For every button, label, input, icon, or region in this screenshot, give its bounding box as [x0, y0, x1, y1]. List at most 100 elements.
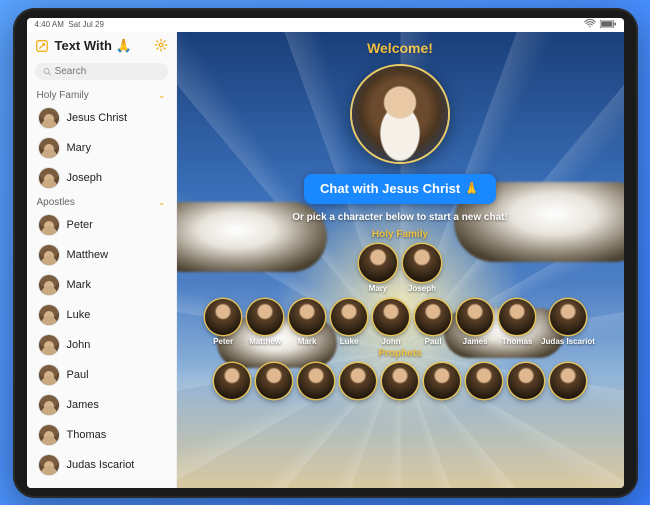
- sidebar-item-matthew[interactable]: Matthew: [27, 240, 176, 270]
- avatar: [214, 363, 250, 399]
- sidebar-item-james[interactable]: James: [27, 390, 176, 420]
- character-paul[interactable]: Paul: [415, 299, 451, 346]
- character-name: Mark: [298, 337, 317, 346]
- status-bar: 4:40 AM Sat Jul 29: [27, 18, 624, 32]
- character-prophet[interactable]: [466, 363, 502, 399]
- chevron-down-icon: ⌄: [158, 197, 166, 208]
- avatar: [550, 363, 586, 399]
- character-name: Mary: [369, 284, 388, 293]
- avatar: [403, 244, 441, 282]
- character-name: Joseph: [408, 284, 436, 293]
- character-john[interactable]: John: [373, 299, 409, 346]
- sidebar-item-label: Paul: [67, 369, 89, 381]
- avatar: [373, 299, 409, 335]
- character-prophet[interactable]: [550, 363, 586, 399]
- character-prophet[interactable]: [256, 363, 292, 399]
- gear-icon[interactable]: [154, 38, 168, 55]
- sidebar-item-label: Thomas: [67, 429, 107, 441]
- group-label: Apostles: [37, 197, 75, 208]
- avatar: [39, 215, 59, 235]
- sidebar-header: Text With 🙏: [27, 32, 176, 59]
- sidebar-item-label: Peter: [67, 219, 93, 231]
- group-header-apostles[interactable]: Apostles ⌄: [27, 193, 176, 210]
- avatar: [247, 299, 283, 335]
- sidebar-item-mark[interactable]: Mark: [27, 270, 176, 300]
- battery-icon: [600, 20, 616, 30]
- compose-icon[interactable]: [35, 39, 49, 53]
- screen: 4:40 AM Sat Jul 29 Text With 🙏: [27, 18, 624, 488]
- character-james[interactable]: James: [457, 299, 493, 346]
- character-prophet[interactable]: [508, 363, 544, 399]
- character-prophet[interactable]: [340, 363, 376, 399]
- sidebar-item-label: Joseph: [67, 172, 102, 184]
- sidebar-scroll[interactable]: Holy Family ⌄ Jesus Christ Mary Joseph A…: [27, 86, 176, 488]
- search-input[interactable]: [55, 66, 160, 77]
- avatar: [359, 244, 397, 282]
- character-prophet[interactable]: [214, 363, 250, 399]
- main-panel: Welcome! Chat with Jesus Christ 🙏 Or pic…: [177, 32, 624, 488]
- avatar: [39, 138, 59, 158]
- section-title: Holy Family: [359, 229, 441, 240]
- character-matthew[interactable]: Matthew: [247, 299, 283, 346]
- section-prophets: Prophets: [214, 348, 586, 399]
- avatar: [466, 363, 502, 399]
- character-name: James: [463, 337, 488, 346]
- hero-avatar: [352, 66, 448, 162]
- avatar: [39, 365, 59, 385]
- sidebar-item-label: Mark: [67, 279, 91, 291]
- avatar: [508, 363, 544, 399]
- avatar: [331, 299, 367, 335]
- character-prophet[interactable]: [382, 363, 418, 399]
- sidebar-item-john[interactable]: John: [27, 330, 176, 360]
- avatar: [499, 299, 535, 335]
- avatar: [39, 395, 59, 415]
- character-thomas[interactable]: Thomas: [499, 299, 535, 346]
- sidebar-item-peter[interactable]: Peter: [27, 210, 176, 240]
- group-header-holy-family[interactable]: Holy Family ⌄: [27, 86, 176, 103]
- character-joseph[interactable]: Joseph: [403, 244, 441, 293]
- character-judas-iscariot[interactable]: Judas Iscariot: [541, 299, 595, 346]
- avatar: [205, 299, 241, 335]
- sidebar-item-luke[interactable]: Luke: [27, 300, 176, 330]
- avatar: [39, 108, 59, 128]
- avatar: [256, 363, 292, 399]
- sidebar-item-judas-iscariot[interactable]: Judas Iscariot: [27, 450, 176, 480]
- search-icon: [43, 67, 51, 76]
- wifi-icon: [584, 19, 596, 30]
- sidebar-item-jesus-christ[interactable]: Jesus Christ: [27, 103, 176, 133]
- sidebar: Text With 🙏 Holy Family ⌄ Jesus Christ M: [27, 32, 177, 488]
- section-title: Prophets: [214, 348, 586, 359]
- character-name: Thomas: [502, 337, 533, 346]
- app-title: Text With 🙏: [55, 38, 148, 54]
- app-body: Text With 🙏 Holy Family ⌄ Jesus Christ M: [27, 32, 624, 488]
- sidebar-item-label: Luke: [67, 309, 91, 321]
- avatar: [424, 363, 460, 399]
- avatar: [289, 299, 325, 335]
- sidebar-item-thomas[interactable]: Thomas: [27, 420, 176, 450]
- character-prophet[interactable]: [424, 363, 460, 399]
- avatar: [382, 363, 418, 399]
- sidebar-item-paul[interactable]: Paul: [27, 360, 176, 390]
- character-luke[interactable]: Luke: [331, 299, 367, 346]
- character-peter[interactable]: Peter: [205, 299, 241, 346]
- sidebar-item-label: John: [67, 339, 91, 351]
- chat-with-jesus-button[interactable]: Chat with Jesus Christ 🙏: [304, 174, 496, 204]
- avatar: [39, 425, 59, 445]
- character-name: Paul: [425, 337, 442, 346]
- sidebar-item-mary[interactable]: Mary: [27, 133, 176, 163]
- group-label: Holy Family: [37, 90, 89, 101]
- sidebar-item-label: Matthew: [67, 249, 109, 261]
- sidebar-item-label: Jesus Christ: [67, 112, 128, 124]
- character-mark[interactable]: Mark: [289, 299, 325, 346]
- avatar: [39, 335, 59, 355]
- avatar: [39, 305, 59, 325]
- sidebar-item-joseph[interactable]: Joseph: [27, 163, 176, 193]
- character-prophet[interactable]: [298, 363, 334, 399]
- avatar: [39, 275, 59, 295]
- avatar: [415, 299, 451, 335]
- chevron-down-icon: ⌄: [158, 90, 166, 101]
- character-mary[interactable]: Mary: [359, 244, 397, 293]
- avatar: [39, 245, 59, 265]
- search-box[interactable]: [35, 63, 168, 80]
- character-name: Matthew: [249, 337, 281, 346]
